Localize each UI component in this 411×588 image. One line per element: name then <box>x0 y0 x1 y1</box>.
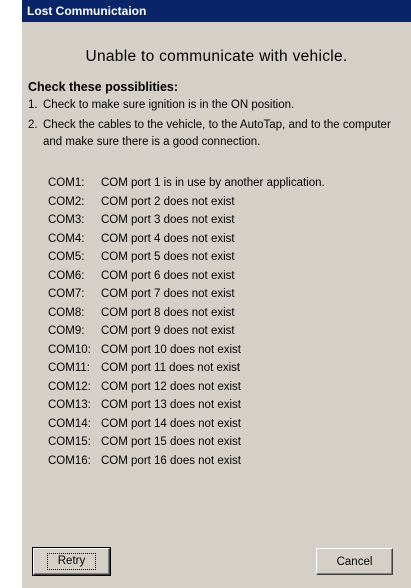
port-row: COM8: COM port 8 does not exist <box>48 304 325 323</box>
port-row: COM11: COM port 11 does not exist <box>48 359 325 378</box>
port-name: COM7: <box>48 288 85 300</box>
retry-button-label: Retry <box>46 553 97 570</box>
port-name: COM2: <box>48 195 85 208</box>
port-name: COM11: <box>48 362 90 374</box>
port-status: COM port 16 does not exist <box>101 454 241 467</box>
port-status: COM port 12 does not exist <box>101 380 241 393</box>
port-row: COM13: COM port 13 does not exist <box>48 396 325 415</box>
check-number: 1. <box>28 99 38 111</box>
cancel-button-label: Cancel <box>336 555 373 568</box>
port-status: COM port 10 does not exist <box>101 343 241 356</box>
check-text: Check to make sure ignition is in the ON… <box>43 99 295 111</box>
port-name: COM6: <box>48 269 85 282</box>
port-row: COM12: COM port 12 does not exist <box>48 378 325 397</box>
port-status: COM port 11 does not exist <box>101 362 241 374</box>
check-item: 2. Check the cables to the vehicle, to t… <box>28 117 408 151</box>
port-name: COM1: <box>48 177 85 189</box>
window-title[interactable]: Lost Communictaion <box>22 0 411 22</box>
port-row: COM9: COM port 9 does not exist <box>48 322 325 341</box>
port-name: COM9: <box>48 325 85 337</box>
port-name: COM13: <box>48 399 91 411</box>
port-status: COM port 3 does not exist <box>101 214 235 226</box>
port-status: COM port 15 does not exist <box>101 436 241 448</box>
port-status: COM port 7 does not exist <box>101 288 235 300</box>
port-name: COM5: <box>48 251 85 263</box>
port-row: COM15: COM port 15 does not exist <box>48 433 325 452</box>
checks-list: 1. Check to make sure ignition is in the… <box>28 97 408 154</box>
check-item: 1. Check to make sure ignition is in the… <box>28 97 408 114</box>
port-name: COM14: <box>48 417 91 430</box>
error-headline: Unable to communicate with vehicle. <box>85 48 348 65</box>
port-status: COM port 4 does not exist <box>101 232 235 245</box>
retry-button[interactable]: Retry <box>32 547 111 576</box>
port-name: COM3: <box>48 214 85 226</box>
port-status: COM port 8 does not exist <box>101 306 235 319</box>
port-name: COM15: <box>48 436 91 448</box>
port-status: COM port 6 does not exist <box>101 269 235 282</box>
port-status-list: COM1: COM port 1 is in use by another app… <box>48 174 325 470</box>
check-text: Check the cables to the vehicle, to the … <box>43 119 391 148</box>
port-status: COM port 5 does not exist <box>101 251 235 263</box>
port-row: COM3: COM port 3 does not exist <box>48 211 325 230</box>
cancel-button[interactable]: Cancel <box>316 548 393 575</box>
port-row: COM10: COM port 10 does not exist <box>48 341 325 360</box>
port-name: COM12: <box>48 380 91 393</box>
port-row: COM1: COM port 1 is in use by another app… <box>48 174 325 193</box>
check-number: 2. <box>28 119 38 131</box>
port-name: COM10: <box>48 343 91 356</box>
port-status: COM port 14 does not exist <box>101 417 241 430</box>
port-row: COM5: COM port 5 does not exist <box>48 248 325 267</box>
checks-heading: Check these possiblities: <box>28 80 179 94</box>
port-row: COM2: COM port 2 does not exist <box>48 193 325 212</box>
port-row: COM6: COM port 6 does not exist <box>48 267 325 286</box>
port-status: COM port 1 is in use by another applicat… <box>101 177 325 189</box>
port-status: COM port 2 does not exist <box>101 195 235 208</box>
port-row: COM4: COM port 4 does not exist <box>48 230 325 249</box>
port-row: COM7: COM port 7 does not exist <box>48 285 325 304</box>
port-status: COM port 9 does not exist <box>101 325 235 337</box>
lost-communication-dialog: Lost Communictaion Unable to communicate… <box>22 0 411 588</box>
port-name: COM8: <box>48 306 85 319</box>
port-row: COM16: COM port 16 does not exist <box>48 452 325 471</box>
port-row: COM14: COM port 14 does not exist <box>48 415 325 434</box>
port-name: COM4: <box>48 232 85 245</box>
port-name: COM16: <box>48 454 91 467</box>
port-status: COM port 13 does not exist <box>101 399 241 411</box>
